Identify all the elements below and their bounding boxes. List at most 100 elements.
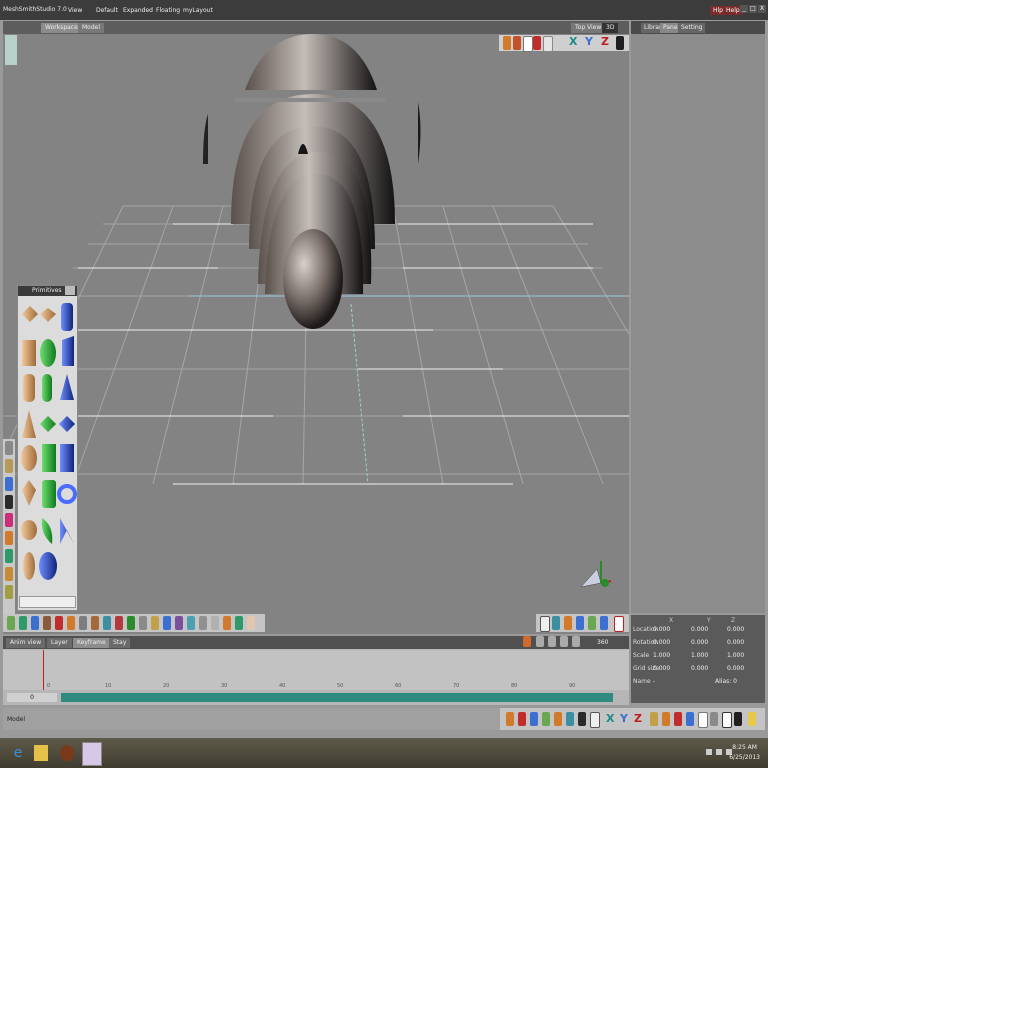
minimize-button[interactable]: _ [740,5,748,13]
play-icon[interactable] [548,636,556,647]
tool-icon-20[interactable] [235,616,243,630]
end-icon[interactable] [572,636,580,647]
menu-view[interactable]: View [68,7,82,14]
lock-icon[interactable] [748,712,756,726]
status-tool-icon-13[interactable] [698,712,708,728]
tool-icon-6[interactable] [67,616,75,630]
status-tool-icon-4[interactable] [542,712,550,726]
grid-size-y[interactable]: 0.000 [691,665,708,672]
status-tool-icon-3[interactable] [530,712,538,726]
status-tool-icon-15[interactable] [722,712,732,728]
select-tool-icon[interactable] [5,441,13,455]
status-tool-icon-8[interactable] [590,712,600,728]
tool-icon-1[interactable] [7,616,15,630]
z-axis-button[interactable]: Z [601,35,609,48]
tray-network-icon[interactable] [716,749,722,755]
terrain-tool-icon[interactable] [5,549,13,563]
status-tool-icon-1[interactable] [506,712,514,726]
paint-tool-icon[interactable] [5,477,13,491]
rotate-tool-icon[interactable] [513,36,521,50]
tab-model[interactable]: Model [78,23,105,33]
tool-icon-14[interactable] [163,616,171,630]
tool-icon-21[interactable] [247,616,255,630]
help-tool-icon[interactable] [614,616,624,632]
scale-x[interactable]: 1.000 [653,652,670,659]
status-tool-icon-16[interactable] [734,712,742,726]
location-z[interactable]: 0.000 [727,626,744,633]
timeline-track[interactable] [3,650,629,690]
status-tool-icon-10[interactable] [662,712,670,726]
status-tool-icon-5[interactable] [554,712,562,726]
active-app-icon[interactable] [82,742,102,766]
maximize-button[interactable]: □ [749,5,757,13]
tool-icon-12[interactable] [139,616,147,630]
orbit-tool-icon[interactable] [564,616,572,630]
tool-icon-5[interactable] [55,616,63,630]
tool-icon-19[interactable] [223,616,231,630]
grid-size-x[interactable]: 0.000 [653,665,670,672]
status-tool-icon-7[interactable] [578,712,586,726]
playhead[interactable] [43,650,44,690]
material-tool-icon[interactable] [5,513,13,527]
frame-icon[interactable] [543,36,553,52]
status-tool-icon-11[interactable] [674,712,682,726]
status-z-button[interactable]: Z [634,712,642,725]
tab-keyframe[interactable]: Keyframe [73,638,110,648]
clock[interactable]: 8:25 AM 6/25/2013 [729,743,760,763]
scale-y[interactable]: 1.000 [691,652,708,659]
tool-icon-3[interactable] [31,616,39,630]
status-tool-icon-2[interactable] [518,712,526,726]
rewind-icon[interactable] [536,636,544,647]
palette-close-icon[interactable] [65,286,75,295]
view-mode[interactable]: 3D [602,23,619,33]
status-tool-icon-6[interactable] [566,712,574,726]
x-axis-button[interactable]: X [569,35,577,48]
page-icon[interactable] [523,36,533,52]
status-tool-icon-9[interactable] [650,712,658,726]
view-label[interactable]: Top View [571,23,606,33]
menu-my-layout[interactable]: myLayout [183,7,213,14]
camera-tool-icon[interactable] [552,616,560,630]
light-tool-icon[interactable] [5,585,13,599]
tab-layer[interactable]: Layer [47,638,72,648]
record-icon[interactable] [523,636,531,647]
lasso-tool-icon[interactable] [5,459,13,473]
fit-tool-icon[interactable] [600,616,608,630]
move-tool-icon[interactable] [503,36,511,50]
palette-scrollbar[interactable] [19,596,76,608]
tool-icon-10[interactable] [115,616,123,630]
app-3d-icon[interactable] [60,745,74,761]
browser-icon[interactable]: e [8,742,28,764]
render-tool-icon[interactable] [533,36,541,50]
folder-icon[interactable] [34,745,48,761]
tool-icon-8[interactable] [91,616,99,630]
tool-icon-2[interactable] [19,616,27,630]
grid-toggle-icon[interactable] [616,36,624,50]
rotation-z[interactable]: 0.000 [727,639,744,646]
shape-tool-icon[interactable] [5,531,13,545]
y-axis-button[interactable]: Y [585,35,593,48]
tool-icon-7[interactable] [79,616,87,630]
tool-icon-17[interactable] [199,616,207,630]
status-y-button[interactable]: Y [620,712,628,725]
tab-anim-view[interactable]: Anim view [6,638,46,648]
tool-icon-13[interactable] [151,616,159,630]
rotation-x[interactable]: 0.000 [653,639,670,646]
rotation-y[interactable]: 0.000 [691,639,708,646]
status-tool-icon-12[interactable] [686,712,694,726]
menu-expanded[interactable]: Expanded [123,7,153,14]
tab-setting[interactable]: Setting [678,23,706,33]
tool-icon-4[interactable] [43,616,51,630]
tool-icon-9[interactable] [103,616,111,630]
knife-tool-icon[interactable] [5,495,13,509]
current-frame-field[interactable]: 0 [7,693,57,702]
status-x-button[interactable]: X [606,712,614,725]
tab-workspace[interactable]: Workspace [41,23,82,33]
scale-z[interactable]: 1.000 [727,652,744,659]
pan-tool-icon[interactable] [576,616,584,630]
forward-icon[interactable] [560,636,568,647]
location-y[interactable]: 0.000 [691,626,708,633]
pointer-tool-icon[interactable] [540,616,550,632]
name-value[interactable]: - [653,678,655,685]
status-tool-icon-14[interactable] [710,712,718,726]
